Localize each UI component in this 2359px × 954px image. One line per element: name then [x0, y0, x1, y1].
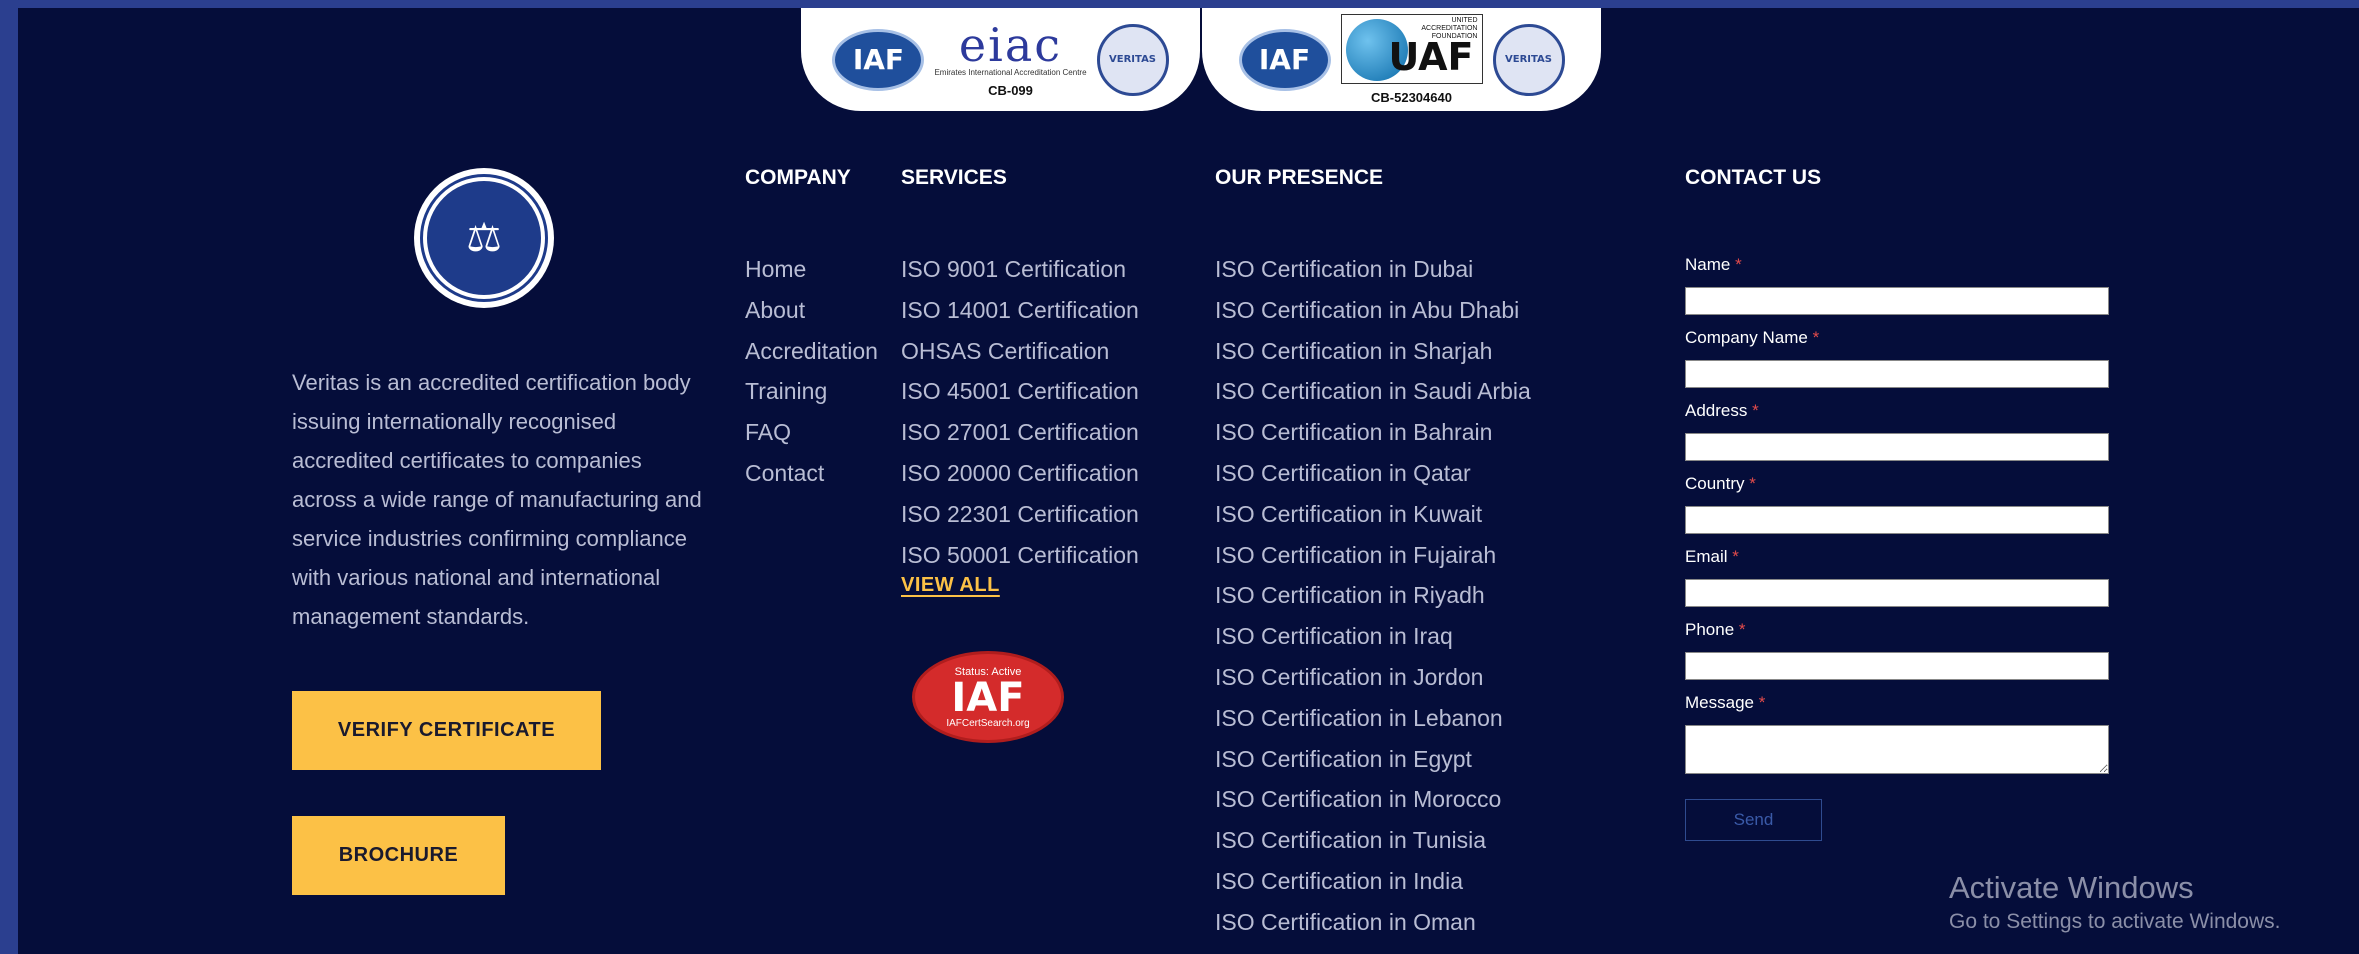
eiac-subtitle: Emirates International Accreditation Cen…	[934, 67, 1087, 77]
iaf-member-seal-icon: IAF	[1238, 28, 1331, 91]
presence-heading: OUR PRESENCE	[1215, 166, 1384, 189]
presence-link[interactable]: ISO Certification in India	[1215, 861, 1531, 902]
address-field[interactable]	[1685, 433, 2109, 461]
uaf-logo-text: UAF	[1388, 35, 1474, 79]
eiac-code: CB-099	[988, 82, 1033, 98]
service-link[interactable]: ISO 50001 Certification	[901, 535, 1139, 576]
name-field[interactable]	[1685, 287, 2109, 315]
uaf-accreditation-badge[interactable]: IAF UNITED ACCREDITATION FOUNDATION UAF …	[1202, 8, 1601, 111]
send-button[interactable]: Send	[1685, 799, 1822, 841]
footer-link-faq[interactable]: FAQ	[745, 412, 878, 453]
presence-link[interactable]: ISO Certification in Tunisia	[1215, 820, 1531, 861]
presence-link[interactable]: ISO Certification in Jordon	[1215, 657, 1531, 698]
iaf-member-seal-icon: IAF	[832, 28, 925, 91]
uaf-logo: UNITED ACCREDITATION FOUNDATION UAF CB-5…	[1340, 14, 1483, 105]
eiac-accreditation-badge[interactable]: IAF eiac Emirates International Accredit…	[801, 8, 1200, 111]
service-link[interactable]: ISO 14001 Certification	[901, 290, 1139, 331]
presence-link[interactable]: ISO Certification in Sharjah	[1215, 331, 1531, 372]
presence-link[interactable]: ISO Certification in Lebanon	[1215, 698, 1531, 739]
about-description: Veritas is an accredited certification b…	[292, 370, 702, 629]
country-field[interactable]	[1685, 506, 2109, 534]
watermark-title: Activate Windows	[1949, 870, 2194, 905]
presence-link[interactable]: ISO Certification in Dubai	[1215, 249, 1531, 290]
service-link[interactable]: ISO 20000 Certification	[901, 453, 1139, 494]
scales-of-justice-icon: ⚖	[420, 174, 548, 302]
presence-link[interactable]: ISO Certification in Abu Dhabi	[1215, 290, 1531, 331]
windows-activation-watermark: Activate Windows Go to Settings to activ…	[1949, 870, 2281, 934]
iaf-site-text: IAFCertSearch.org	[946, 717, 1030, 729]
footer-link-home[interactable]: Home	[745, 249, 878, 290]
company-name-field[interactable]	[1685, 360, 2109, 388]
email-label: Email *	[1685, 547, 1739, 566]
services-links: ISO 9001 Certification ISO 14001 Certifi…	[901, 249, 1139, 575]
presence-link[interactable]: ISO Certification in Kuwait	[1215, 494, 1531, 535]
presence-link[interactable]: ISO Certification in Iraq	[1215, 616, 1531, 657]
uaf-logo-box: UNITED ACCREDITATION FOUNDATION UAF	[1340, 14, 1483, 84]
footer-link-accreditation[interactable]: Accreditation	[745, 331, 878, 372]
footer-link-contact[interactable]: Contact	[745, 453, 878, 494]
services-heading: SERVICES	[901, 166, 1007, 189]
message-field[interactable]	[1685, 725, 2109, 774]
footer-link-about[interactable]: About	[745, 290, 878, 331]
presence-links: ISO Certification in Dubai ISO Certifica…	[1215, 249, 1531, 943]
name-label: Name *	[1685, 255, 1742, 274]
eiac-logo: eiac Emirates International Accreditatio…	[934, 22, 1086, 98]
uaf-code: CB-52304640	[1371, 90, 1452, 105]
company-heading: COMPANY	[745, 166, 851, 189]
service-link[interactable]: ISO 45001 Certification	[901, 371, 1139, 412]
service-link[interactable]: ISO 9001 Certification	[901, 249, 1139, 290]
footer-link-training[interactable]: Training	[745, 371, 878, 412]
message-label: Message *	[1685, 693, 1766, 712]
presence-link[interactable]: ISO Certification in Riyadh	[1215, 575, 1531, 616]
company-name-label: Company Name *	[1685, 328, 1820, 347]
service-link[interactable]: ISO 27001 Certification	[901, 412, 1139, 453]
presence-link[interactable]: ISO Certification in Saudi Arbia	[1215, 371, 1531, 412]
site-footer: IAF eiac Emirates International Accredit…	[18, 8, 2359, 954]
address-label: Address *	[1685, 401, 1759, 420]
company-links: Home About Accreditation Training FAQ Co…	[745, 249, 878, 494]
country-label: Country *	[1685, 474, 1756, 493]
veritas-assurance-logo[interactable]: ⚖	[414, 168, 554, 308]
presence-link[interactable]: ISO Certification in Morocco	[1215, 779, 1531, 820]
watermark-subtitle: Go to Settings to activate Windows.	[1949, 910, 2281, 933]
veritas-seal-icon: VERITAS	[1096, 23, 1169, 96]
presence-link[interactable]: ISO Certification in Qatar	[1215, 453, 1531, 494]
service-link[interactable]: ISO 22301 Certification	[901, 494, 1139, 535]
contact-heading: CONTACT US	[1685, 166, 1822, 189]
presence-link[interactable]: ISO Certification in Egypt	[1215, 739, 1531, 780]
service-link[interactable]: OHSAS Certification	[901, 331, 1139, 372]
eiac-logo-text: eiac	[958, 17, 1063, 72]
iaf-certsearch-seal-icon[interactable]: Status: Active IAF IAFCertSearch.org	[912, 651, 1064, 743]
phone-label: Phone *	[1685, 620, 1746, 639]
verify-certificate-button[interactable]: VERIFY CERTIFICATE	[292, 691, 601, 770]
email-field[interactable]	[1685, 579, 2109, 607]
veritas-seal-icon: VERITAS	[1492, 23, 1565, 96]
presence-link[interactable]: ISO Certification in Fujairah	[1215, 535, 1531, 576]
contact-form: Name * Company Name * Address * Country …	[1685, 254, 2110, 774]
presence-link[interactable]: ISO Certification in Oman	[1215, 902, 1531, 943]
view-all-services-link[interactable]: VIEW ALL	[901, 574, 1000, 597]
iaf-seal-text: IAF	[951, 674, 1025, 721]
brochure-button[interactable]: BROCHURE	[292, 816, 505, 895]
presence-link[interactable]: ISO Certification in Bahrain	[1215, 412, 1531, 453]
phone-field[interactable]	[1685, 652, 2109, 680]
